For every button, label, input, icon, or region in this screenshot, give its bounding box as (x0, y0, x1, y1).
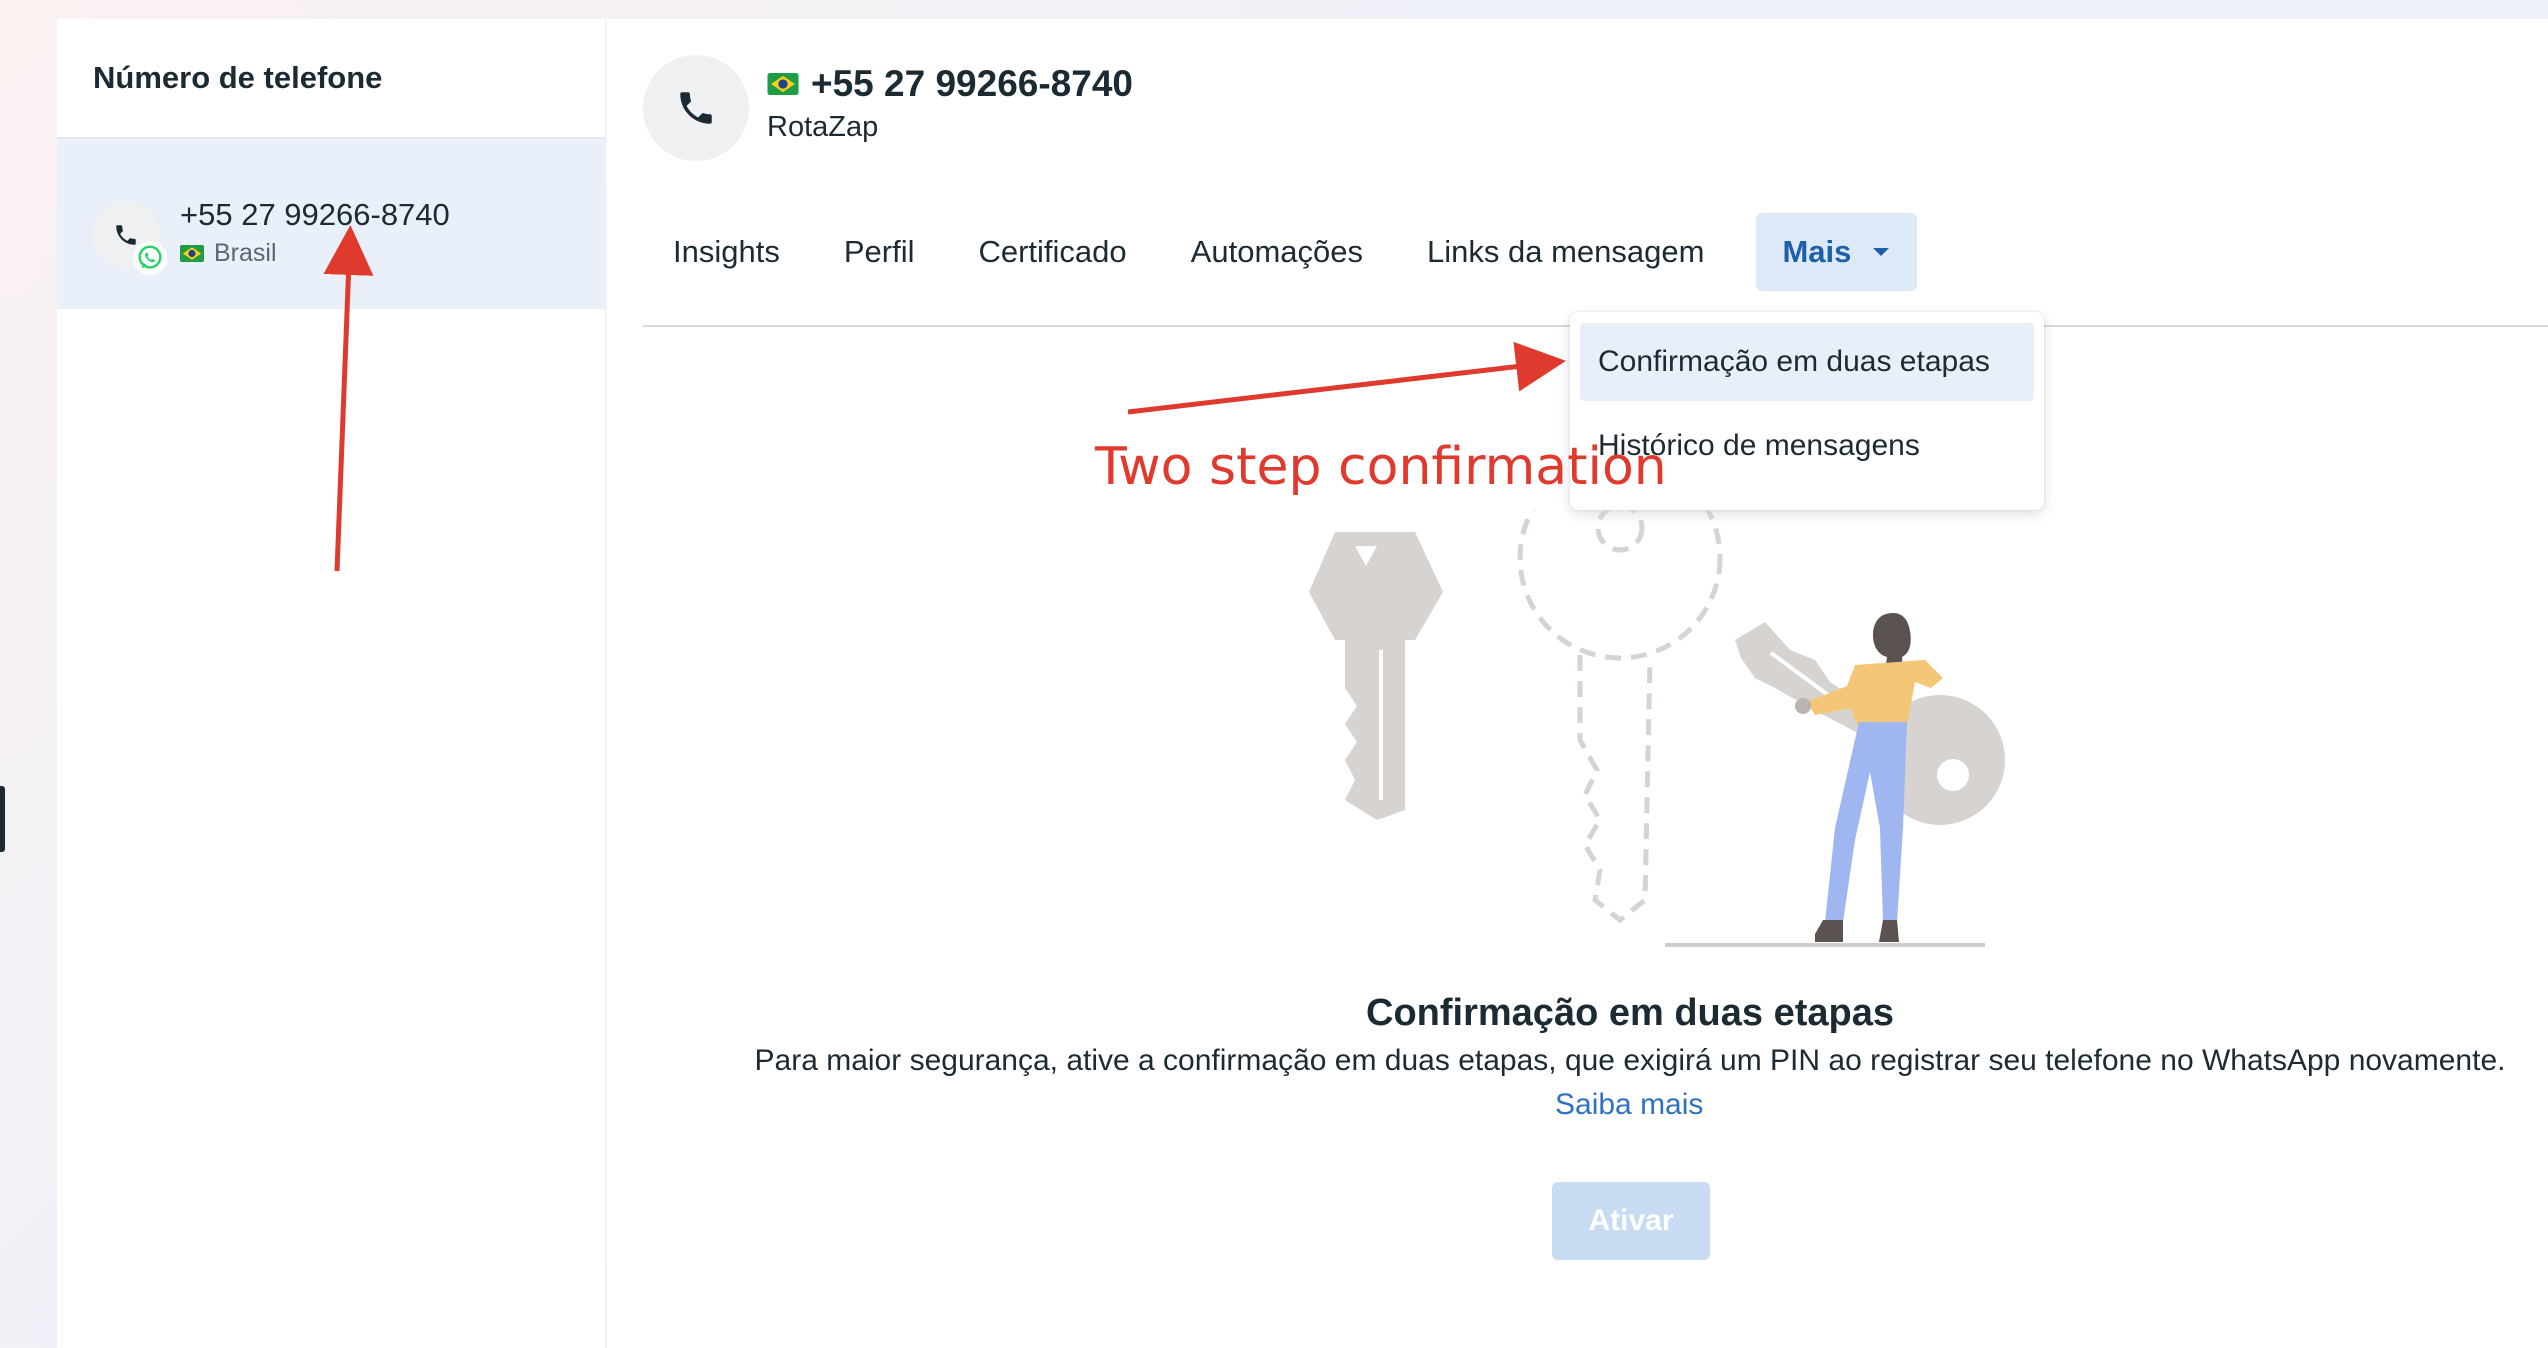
tab-mais-label: Mais (1782, 234, 1852, 269)
whatsapp-badge (133, 241, 167, 275)
phone-list-item-country: Brasil (180, 239, 277, 268)
keys-illustration (1309, 510, 2005, 947)
phone-number-heading: +55 27 99266-8740 (767, 63, 1133, 105)
whatsapp-icon (138, 245, 162, 269)
brazil-flag-icon (180, 245, 204, 262)
phone-list-item[interactable]: +55 27 99266-8740 Brasil (57, 139, 605, 309)
tab-insights[interactable]: Insights (641, 213, 812, 291)
tab-bar: Insights Perfil Certificado Automações L… (641, 212, 1918, 292)
two-step-description: Para maior segurança, ative a confirmaçã… (754, 1044, 2506, 1077)
phone-number-text: +55 27 99266-8740 (811, 63, 1133, 104)
phone-list-header: Número de telefone (57, 19, 605, 139)
tab-perfil[interactable]: Perfil (812, 213, 947, 291)
phone-list-item-number: +55 27 99266-8740 (180, 197, 450, 232)
tab-links-da-mensagem[interactable]: Links da mensagem (1395, 213, 1736, 291)
chevron-down-icon (1873, 248, 1890, 256)
tab-certificado[interactable]: Certificado (946, 213, 1158, 291)
window-edge-handle (0, 786, 5, 852)
phone-number-list-panel: Número de telefone +55 27 99266-8740 Bra… (57, 19, 605, 1348)
tab-mais-dropdown[interactable]: Mais (1756, 213, 1918, 291)
solid-key-shape (1309, 532, 1443, 820)
two-step-title: Confirmação em duas etapas (1366, 992, 1894, 1034)
annotation-label: Two step confirmation (1095, 437, 1667, 497)
phone-icon (680, 92, 712, 124)
learn-more-link[interactable]: Saiba mais (1555, 1088, 1703, 1122)
menu-item-two-step-confirmation[interactable]: Confirmação em duas etapas (1580, 323, 2034, 401)
tab-automacoes[interactable]: Automações (1159, 213, 1395, 291)
brazil-flag-icon (767, 73, 799, 95)
activate-button[interactable]: Ativar (1552, 1182, 1710, 1260)
dashed-key-shape (1517, 510, 1723, 924)
country-label: Brasil (214, 239, 277, 267)
phone-list-title: Número de telefone (93, 60, 383, 95)
business-name: RotaZap (767, 111, 879, 143)
main-phone-avatar (643, 55, 749, 161)
